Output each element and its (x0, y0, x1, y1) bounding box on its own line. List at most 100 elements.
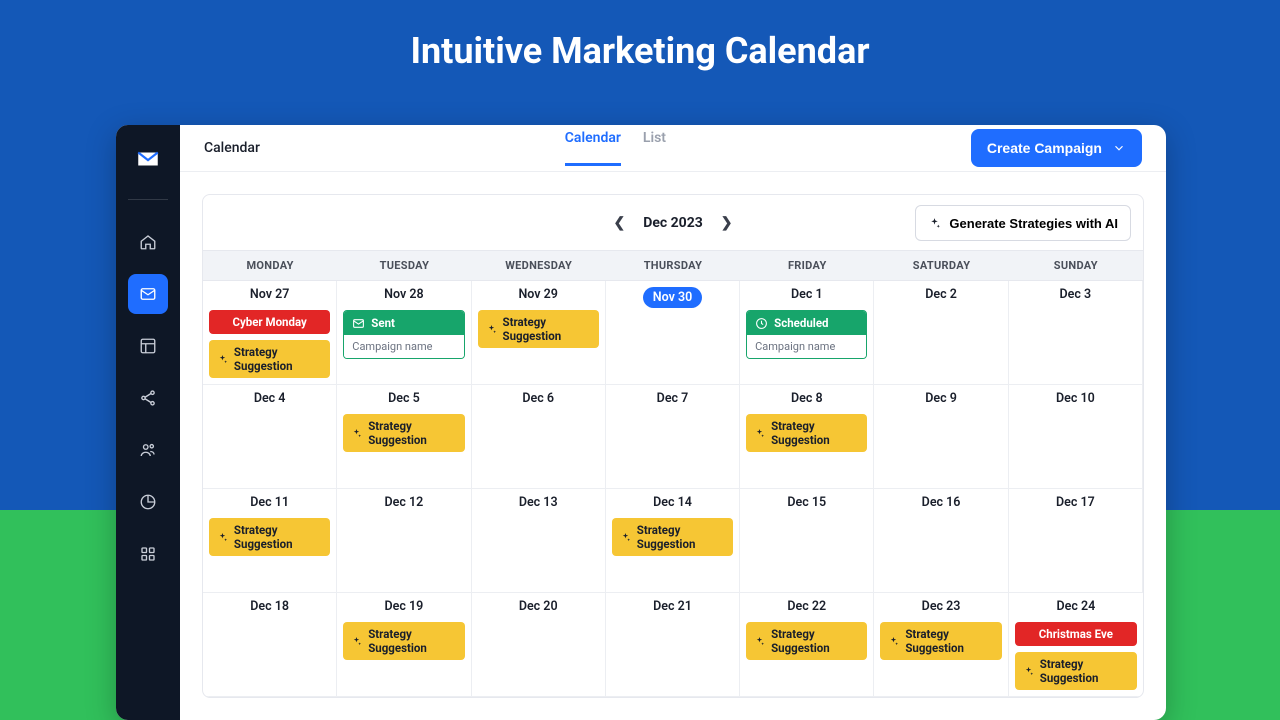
cell-date: Dec 3 (1015, 287, 1136, 302)
calendar-cell[interactable]: Dec 18 (203, 593, 337, 697)
weekday-header: MONDAY (203, 251, 337, 280)
calendar-cell[interactable]: Dec 21 (606, 593, 740, 697)
calendar-cell[interactable]: Dec 24 Christmas Eve Strategy Suggestion (1009, 593, 1143, 697)
sparkle-icon (351, 635, 362, 648)
calendar-cell[interactable]: Dec 12 (337, 489, 471, 593)
sparkle-icon (351, 427, 362, 440)
cell-date: Dec 21 (612, 599, 733, 614)
calendar-cell[interactable]: Dec 4 (203, 385, 337, 489)
tab-calendar[interactable]: Calendar (565, 130, 621, 166)
calendar-cell[interactable]: Dec 6 (472, 385, 606, 489)
strategy-suggestion-chip[interactable]: Strategy Suggestion (343, 414, 464, 452)
calendar-cell[interactable]: Dec 11 Strategy Suggestion (203, 489, 337, 593)
cell-date: Dec 12 (343, 495, 464, 510)
cell-date: Dec 24 (1015, 599, 1137, 614)
weekday-header: TUESDAY (337, 251, 471, 280)
calendar-cell[interactable]: Dec 5 Strategy Suggestion (337, 385, 471, 489)
calendar-cell[interactable]: Dec 10 (1009, 385, 1143, 489)
calendar-cell[interactable]: Dec 19Strategy Suggestion (337, 593, 471, 697)
create-campaign-button[interactable]: Create Campaign (971, 129, 1142, 167)
nav-apps[interactable] (128, 534, 168, 574)
calendar-cell[interactable]: Dec 16 (874, 489, 1008, 593)
sparkle-icon (888, 635, 899, 648)
calendar-header: ❮ Dec 2023 ❯ Generate Strategies with AI (203, 195, 1143, 251)
campaign-card[interactable]: SentCampaign name (343, 310, 464, 359)
generate-strategies-label: Generate Strategies with AI (949, 216, 1118, 231)
strategy-suggestion-chip[interactable]: Strategy Suggestion (1015, 652, 1137, 690)
sparkle-icon (217, 353, 228, 366)
calendar-cell[interactable]: Dec 7 (606, 385, 740, 489)
cell-date: Dec 9 (880, 391, 1001, 406)
prev-month-button[interactable]: ❮ (613, 215, 625, 231)
strategy-suggestion-chip[interactable]: Strategy Suggestion (880, 622, 1001, 660)
cell-date: Nov 29 (478, 287, 599, 302)
calendar-cell[interactable]: Dec 20 (472, 593, 606, 697)
sparkle-icon (754, 427, 765, 440)
calendar-cell[interactable]: Dec 14 Strategy Suggestion (606, 489, 740, 593)
cell-date: Dec 17 (1015, 495, 1136, 510)
strategy-suggestion-chip[interactable]: Strategy Suggestion (746, 414, 867, 452)
calendar-cell[interactable]: Dec 2 (874, 281, 1008, 385)
cell-date: Dec 11 (209, 495, 330, 510)
calendar-cell[interactable]: Dec 23 Strategy Suggestion (874, 593, 1008, 697)
cell-date: Dec 2 (880, 287, 1001, 302)
sparkle-icon (1023, 665, 1034, 678)
hero-title: Intuitive Marketing Calendar (0, 0, 1280, 72)
cell-date: Dec 20 (478, 599, 599, 614)
cell-date: Nov 30 (612, 287, 733, 308)
cell-date: Dec 23 (880, 599, 1001, 614)
calendar-cell[interactable]: Nov 29 Strategy Suggestion (472, 281, 606, 385)
view-tabs: Calendar List (565, 130, 666, 166)
calendar-cell[interactable]: Dec 13 (472, 489, 606, 593)
calendar-cell[interactable]: Dec 1ScheduledCampaign name (740, 281, 874, 385)
content: ❮ Dec 2023 ❯ Generate Strategies with AI… (180, 172, 1166, 720)
nav-campaigns[interactable] (128, 274, 168, 314)
cell-date: Dec 14 (612, 495, 733, 510)
strategy-suggestion-chip[interactable]: Strategy Suggestion (612, 518, 733, 556)
weekday-header: SATURDAY (874, 251, 1008, 280)
calendar-cell[interactable]: Dec 8Strategy Suggestion (740, 385, 874, 489)
weekday-header: THURSDAY (606, 251, 740, 280)
sparkle-icon (486, 323, 497, 336)
holiday-chip[interactable]: Cyber Monday (209, 310, 330, 334)
nav-reports[interactable] (128, 482, 168, 522)
calendar-cell[interactable]: Dec 17 (1009, 489, 1143, 593)
nav-share[interactable] (128, 378, 168, 418)
generate-strategies-button[interactable]: Generate Strategies with AI (915, 205, 1131, 241)
sparkle-icon (620, 531, 631, 544)
strategy-suggestion-chip[interactable]: Strategy Suggestion (209, 340, 330, 378)
chevron-down-icon (1112, 141, 1126, 155)
month-label: Dec 2023 (643, 215, 703, 231)
nav-home[interactable] (128, 222, 168, 262)
campaign-card-status: Scheduled (747, 311, 866, 335)
sparkle-icon (928, 217, 941, 230)
calendar-cell[interactable]: Nov 27 Cyber Monday Strategy Suggestion (203, 281, 337, 385)
cell-date: Dec 15 (746, 495, 867, 510)
calendar-cell[interactable]: Dec 15 (740, 489, 874, 593)
campaign-card[interactable]: ScheduledCampaign name (746, 310, 867, 359)
strategy-suggestion-chip[interactable]: Strategy Suggestion (209, 518, 330, 556)
clock-icon (755, 317, 768, 330)
strategy-suggestion-chip[interactable]: Strategy Suggestion (343, 622, 464, 660)
calendar-cell[interactable]: Nov 30 (606, 281, 740, 385)
tab-list[interactable]: List (643, 130, 666, 166)
sidebar (116, 125, 180, 720)
calendar-cell[interactable]: Dec 9 (874, 385, 1008, 489)
calendar-cell[interactable]: Dec 3 (1009, 281, 1143, 385)
cell-date: Dec 22 (746, 599, 867, 614)
calendar-cell[interactable]: Nov 28SentCampaign name (337, 281, 471, 385)
nav-users[interactable] (128, 430, 168, 470)
nav-layout[interactable] (128, 326, 168, 366)
strategy-suggestion-chip[interactable]: Strategy Suggestion (478, 310, 599, 348)
campaign-card-name: Campaign name (747, 335, 866, 358)
breadcrumb: Calendar (204, 140, 260, 156)
calendar-cell[interactable]: Dec 22 Strategy Suggestion (740, 593, 874, 697)
weekday-header: FRIDAY (740, 251, 874, 280)
strategy-suggestion-chip[interactable]: Strategy Suggestion (746, 622, 867, 660)
next-month-button[interactable]: ❯ (721, 215, 733, 231)
cell-date: Dec 5 (343, 391, 464, 406)
holiday-chip[interactable]: Christmas Eve (1015, 622, 1137, 646)
create-campaign-label: Create Campaign (987, 140, 1102, 156)
weekday-header: SUNDAY (1009, 251, 1143, 280)
cell-date: Nov 27 (209, 287, 330, 302)
